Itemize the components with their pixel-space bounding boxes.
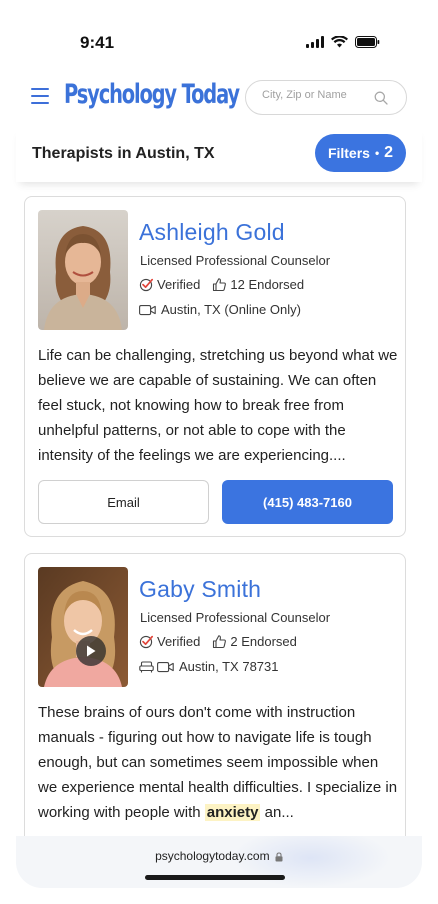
hamburger-menu-icon[interactable] bbox=[31, 88, 49, 104]
therapist-location: Austin, TX (Online Only) bbox=[161, 302, 301, 317]
therapist-location: Austin, TX 78731 bbox=[179, 659, 279, 674]
video-camera-icon bbox=[139, 304, 156, 315]
call-phone-button[interactable]: (415) 483-7160 bbox=[222, 480, 393, 524]
page-title: Therapists in Austin, TX bbox=[32, 145, 215, 162]
email-button[interactable]: Email bbox=[38, 480, 209, 524]
portrait-photo-icon bbox=[38, 567, 128, 687]
wifi-icon bbox=[331, 36, 348, 48]
browser-address-bar[interactable]: psychologytoday.com bbox=[16, 836, 422, 888]
video-camera-icon bbox=[157, 661, 174, 672]
play-video-button[interactable] bbox=[76, 636, 106, 666]
therapist-card[interactable]: Gaby Smith Licensed Professional Counsel… bbox=[24, 553, 406, 853]
url-text: psychologytoday.com bbox=[155, 849, 270, 863]
status-icons bbox=[306, 36, 380, 48]
therapist-name[interactable]: Ashleigh Gold bbox=[139, 219, 285, 246]
search-box[interactable] bbox=[245, 80, 407, 115]
location-row: Austin, TX 78731 bbox=[139, 659, 279, 674]
verified-check-icon bbox=[139, 278, 154, 292]
location-search-input[interactable] bbox=[262, 89, 372, 101]
home-indicator[interactable] bbox=[145, 875, 285, 880]
therapist-bio[interactable]: These brains of ours don't come with ins… bbox=[38, 700, 398, 825]
filters-separator: • bbox=[374, 146, 380, 160]
verified-check-icon bbox=[139, 635, 154, 649]
verification-row: Verified 12 Endorsed bbox=[139, 277, 304, 292]
bio-text-truncated: an... bbox=[260, 804, 294, 821]
endorsed-count: 2 Endorsed bbox=[230, 634, 297, 649]
results-title-bar: Therapists in Austin, TX Filters • 2 bbox=[16, 126, 422, 182]
therapist-credentials: Licensed Professional Counselor bbox=[140, 610, 331, 625]
filters-label: Filters bbox=[327, 145, 370, 161]
therapist-photo[interactable] bbox=[38, 210, 128, 330]
verification-row: Verified 2 Endorsed bbox=[139, 634, 297, 649]
therapist-card[interactable]: Ashleigh Gold Licensed Professional Coun… bbox=[24, 196, 406, 537]
battery-icon bbox=[355, 36, 380, 48]
office-couch-icon bbox=[139, 660, 154, 672]
thumbs-up-icon bbox=[213, 635, 227, 649]
therapist-credentials: Licensed Professional Counselor bbox=[140, 253, 331, 268]
filters-button[interactable]: Filters • 2 bbox=[315, 134, 406, 172]
cellular-signal-icon bbox=[306, 36, 324, 48]
verified-label: Verified bbox=[157, 277, 201, 292]
search-icon[interactable] bbox=[374, 91, 388, 105]
portrait-photo-icon bbox=[38, 210, 128, 330]
therapist-bio[interactable]: Life can be challenging, stretching us b… bbox=[38, 343, 398, 468]
endorsed-count: 12 Endorsed bbox=[230, 277, 305, 292]
verified-label: Verified bbox=[157, 634, 201, 649]
status-bar: 9:41 bbox=[0, 0, 438, 70]
therapist-name[interactable]: Gaby Smith bbox=[139, 576, 261, 603]
therapist-photo[interactable] bbox=[38, 567, 128, 687]
filters-count-badge: 2 bbox=[384, 144, 394, 161]
lock-icon bbox=[275, 852, 283, 862]
bio-highlighted-keyword: anxiety bbox=[204, 804, 261, 821]
play-icon bbox=[87, 645, 96, 657]
url-display[interactable]: psychologytoday.com bbox=[16, 849, 422, 863]
site-header: Psychology Today bbox=[0, 70, 438, 126]
thumbs-up-icon bbox=[213, 278, 227, 292]
status-time: 9:41 bbox=[80, 33, 115, 52]
psychology-today-logo[interactable]: Psychology Today bbox=[64, 79, 240, 110]
location-row: Austin, TX (Online Only) bbox=[139, 302, 301, 317]
